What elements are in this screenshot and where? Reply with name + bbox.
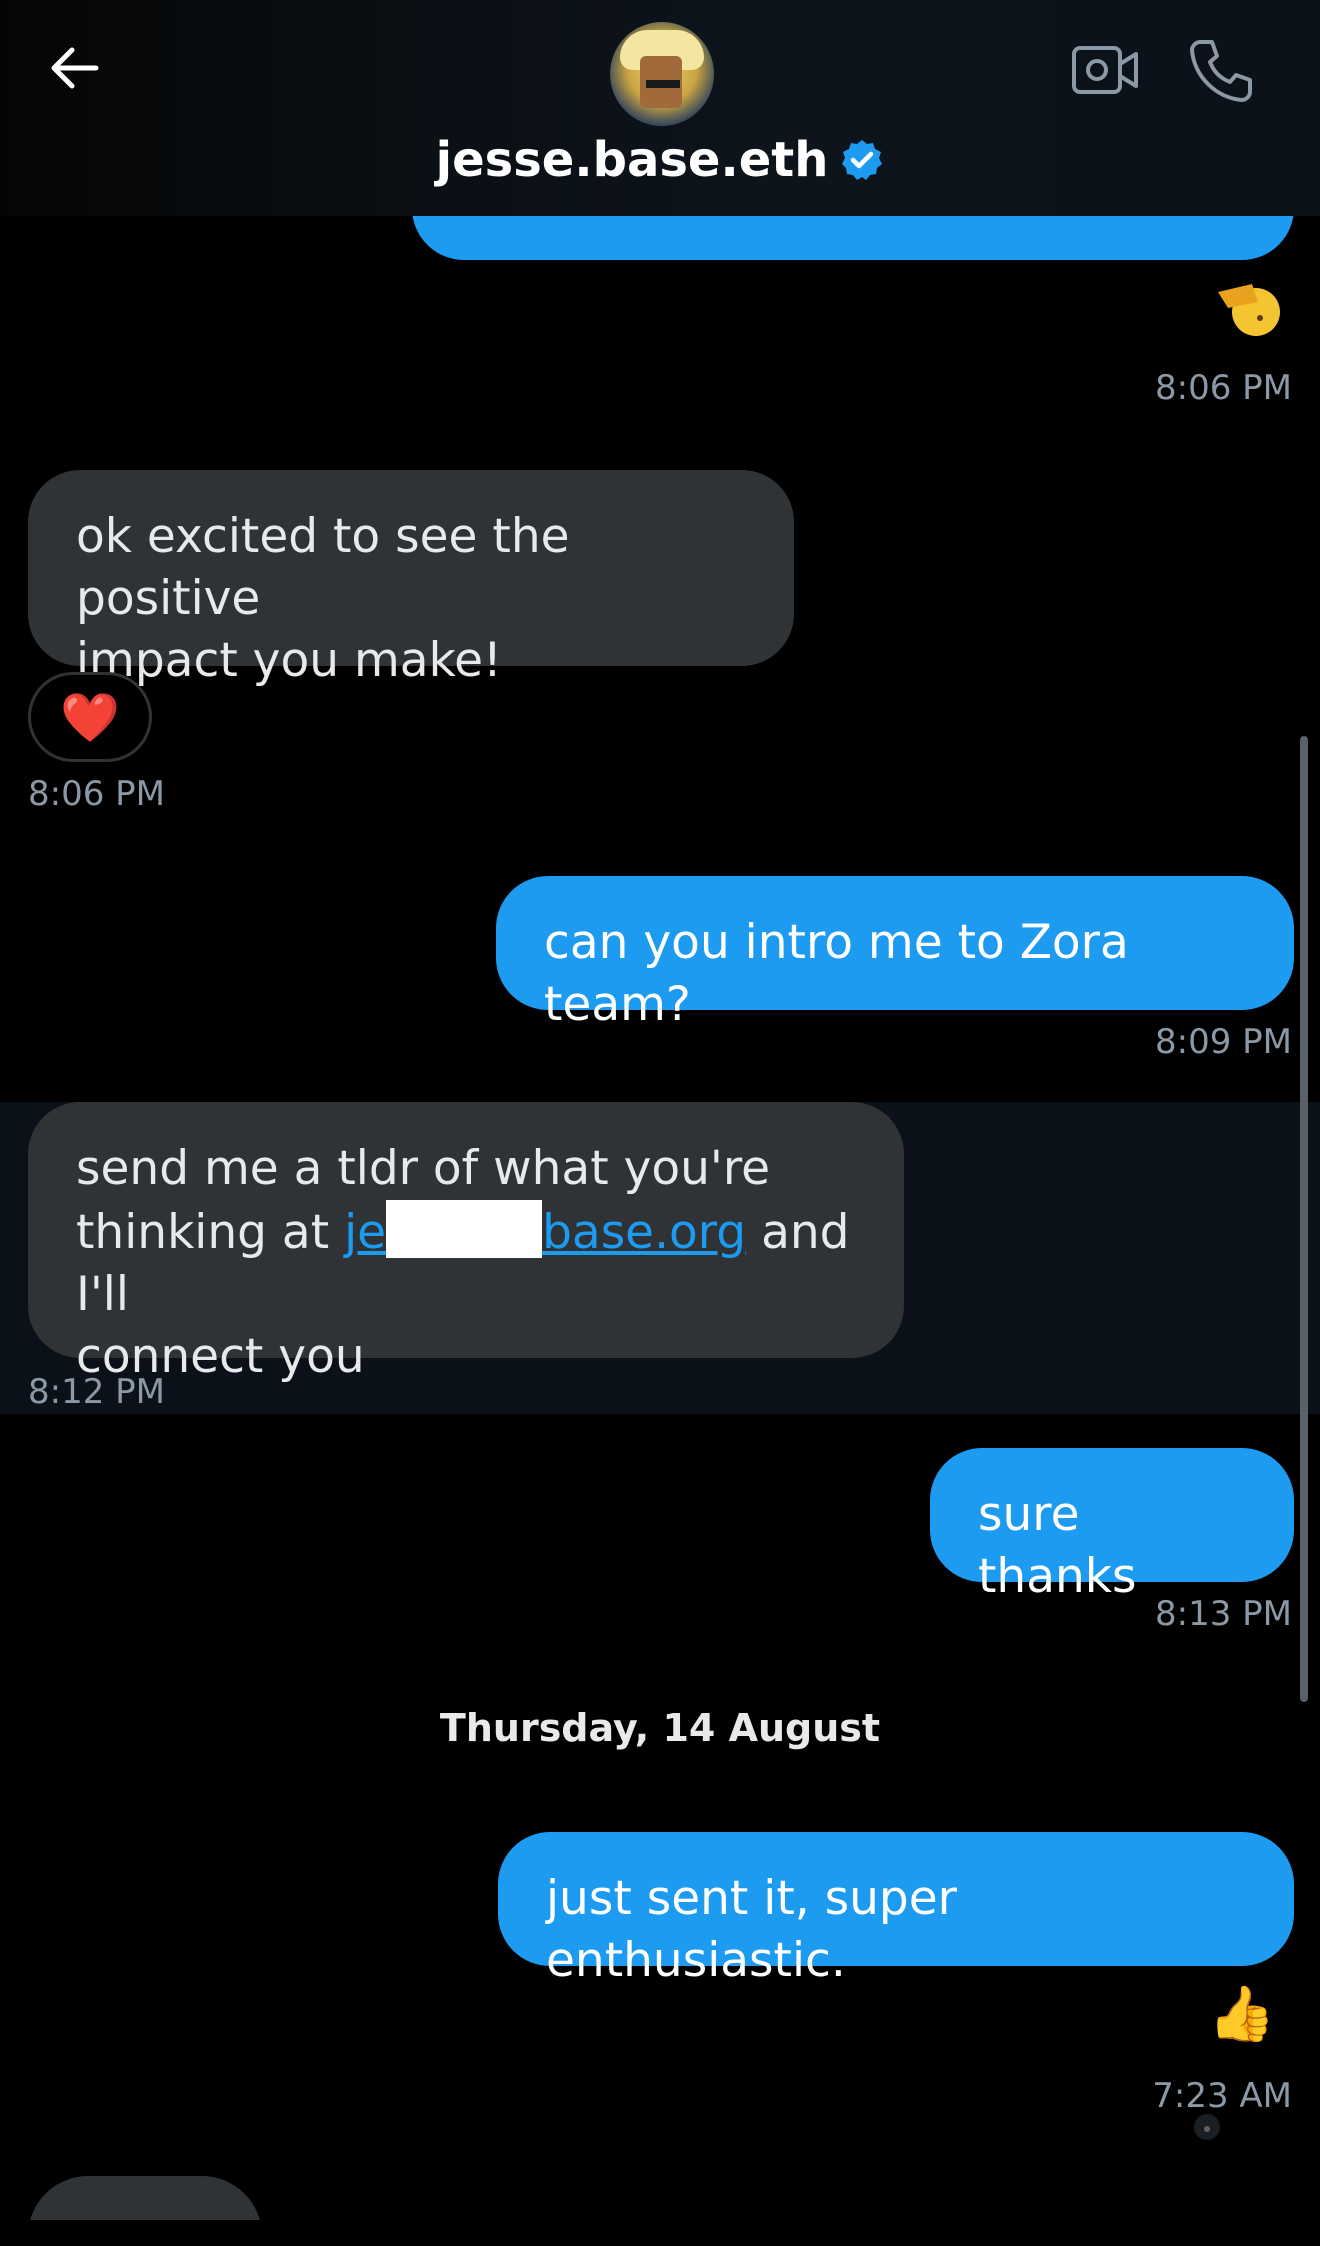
conversation-header: jesse.base.eth <box>0 0 1320 216</box>
bottom-edge <box>0 2220 1320 2246</box>
message-bubble-sent[interactable]: can you intro me to Zora team? <box>496 876 1294 1032</box>
contact-name: jesse.base.eth <box>435 132 829 188</box>
avatar[interactable] <box>610 22 714 126</box>
video-call-button[interactable] <box>1070 38 1142 102</box>
message-text: sure thanks <box>978 1487 1137 1604</box>
phone-call-icon <box>1190 40 1252 102</box>
message-timestamp: 8:09 PM <box>1155 1022 1292 1062</box>
back-arrow-icon <box>51 47 99 89</box>
redaction-box <box>386 1200 543 1258</box>
dm-conversation-screen: jesse.base.eth 8:06 PM ok excited to see… <box>0 0 1320 2246</box>
message-text-line: connect you <box>76 1329 365 1384</box>
message-bubble-sent[interactable]: just sent it, super enthusiastic. <box>498 1832 1294 1988</box>
message-bubble-sent[interactable]: sure thanks <box>930 1448 1294 1604</box>
message-text: can you intro me to Zora team? <box>544 915 1129 1032</box>
message-text-line: impact you make! <box>76 633 502 688</box>
thumbs-up-emoji-icon: 👍 <box>1208 1982 1276 2045</box>
date-separator: Thursday, 14 August <box>439 1706 881 1750</box>
email-link-start[interactable]: je <box>344 1205 386 1260</box>
message-bubble-received[interactable]: ok excited to see the positive impact yo… <box>28 470 794 688</box>
verified-badge-icon <box>842 140 883 180</box>
back-button[interactable] <box>38 32 110 104</box>
message-timestamp: 7:23 AM <box>1152 2076 1292 2116</box>
message-text: thinking at <box>76 1205 345 1260</box>
message-bubble-received[interactable]: send me a tldr of what you're thinking a… <box>28 1102 904 1384</box>
heart-reaction[interactable]: ❤️ <box>28 672 152 762</box>
heart-emoji-icon: ❤️ <box>60 689 120 746</box>
salute-emoji-icon <box>1218 284 1280 336</box>
message-timestamp: 8:06 PM <box>1155 368 1292 408</box>
video-call-icon <box>1072 46 1138 94</box>
message-text-line: send me a tldr of what you're <box>76 1141 771 1196</box>
message-timestamp: 8:06 PM <box>28 774 165 814</box>
salute-emoji-reaction[interactable] <box>1214 278 1280 353</box>
message-text-line: thinking at je base.org and I'll <box>76 1200 856 1326</box>
message-text: just sent it, super enthusiastic. <box>546 1871 957 1988</box>
contact-name-row[interactable]: jesse.base.eth <box>0 132 1320 188</box>
message-text-line: ok excited to see the positive <box>76 509 570 626</box>
scrollbar[interactable] <box>1300 736 1308 1702</box>
message-timestamp: 8:12 PM <box>28 1372 165 1412</box>
email-link-end[interactable]: base.org <box>542 1205 746 1260</box>
thumbs-up-reaction[interactable]: 👍 <box>1208 1982 1275 2046</box>
scroll-down-indicator-icon[interactable] <box>1192 2112 1222 2142</box>
phone-call-button[interactable] <box>1186 34 1258 106</box>
message-timestamp: 8:13 PM <box>1155 1594 1292 1634</box>
